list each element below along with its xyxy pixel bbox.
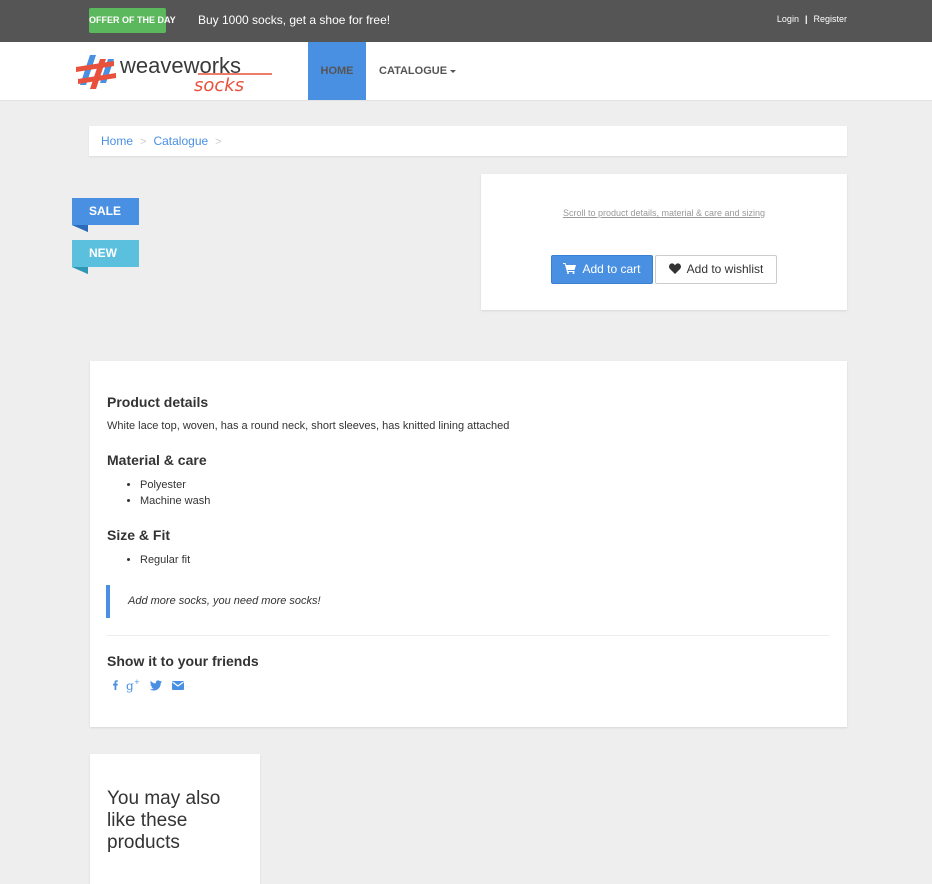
register-link[interactable]: Register [813, 14, 847, 24]
logo-subword: socks [194, 75, 244, 95]
svg-text:+: + [134, 678, 140, 686]
size-fit-heading: Size & Fit [107, 527, 171, 543]
add-to-cart-label: Add to cart [582, 262, 641, 276]
twitter-icon[interactable] [148, 677, 164, 693]
svg-text:g: g [126, 679, 134, 693]
product-details-heading: Product details [107, 394, 209, 410]
top-bar: OFFER OF THE DAY Buy 1000 socks, get a s… [0, 0, 932, 42]
nav-catalogue-dropdown[interactable]: CATALOGUE [379, 42, 457, 100]
shopping-cart-icon [563, 263, 577, 275]
list-item: Machine wash [140, 493, 210, 509]
main-navbar: weaveworks socks HOME CATALOGUE [0, 42, 932, 101]
sale-ribbon: SALE [72, 198, 139, 232]
google-plus-icon[interactable]: g + [126, 677, 142, 693]
offer-badge[interactable]: OFFER OF THE DAY [89, 8, 176, 33]
list-item: Polyester [140, 477, 210, 493]
also-like-panel: You may also like these products [90, 754, 260, 884]
product-description: White lace top, woven, has a round neck,… [107, 420, 510, 432]
also-like-heading: You may also like these products [107, 788, 221, 853]
heart-icon [668, 263, 681, 275]
blockquote: Add more socks, you need more socks! [106, 585, 321, 618]
new-ribbon-fold [72, 267, 88, 274]
buy-box: Scroll to product details, material & ca… [481, 174, 847, 310]
link-separator: | [804, 14, 808, 24]
account-links: Login | Register [777, 12, 847, 26]
divider [106, 635, 830, 636]
nav-catalogue-label: CATALOGUE [379, 65, 448, 77]
share-heading: Show it to your friends [107, 653, 259, 669]
caret-down-icon [450, 69, 457, 73]
nav-home[interactable]: HOME [308, 42, 366, 100]
weaveworks-socks-logo[interactable]: weaveworks socks [76, 49, 276, 95]
email-icon[interactable] [170, 677, 186, 693]
sale-ribbon-fold [72, 225, 88, 232]
scroll-to-details-link[interactable]: Scroll to product details, material & ca… [481, 208, 847, 218]
facebook-icon[interactable] [108, 677, 124, 693]
product-details-panel: Product details White lace top, woven, h… [90, 361, 847, 727]
offer-text: Buy 1000 socks, get a shoe for free! [198, 13, 391, 27]
add-to-wishlist-button[interactable]: Add to wishlist [655, 255, 777, 284]
list-item: Regular fit [140, 552, 190, 568]
new-ribbon: NEW [72, 240, 139, 274]
size-list: Regular fit [107, 552, 190, 568]
material-list: Polyester Machine wash [107, 477, 210, 509]
weaveworks-mark-icon [76, 55, 116, 89]
breadcrumb-catalogue[interactable]: Catalogue [153, 134, 208, 148]
breadcrumb-separator: > [140, 136, 147, 148]
login-link[interactable]: Login [777, 14, 799, 24]
material-care-heading: Material & care [107, 452, 207, 468]
add-to-cart-button[interactable]: Add to cart [551, 255, 653, 284]
breadcrumb-home[interactable]: Home [101, 134, 133, 148]
breadcrumb: Home > Catalogue > [89, 126, 847, 156]
add-to-wishlist-label: Add to wishlist [686, 262, 764, 276]
breadcrumb-separator: > [215, 136, 222, 148]
